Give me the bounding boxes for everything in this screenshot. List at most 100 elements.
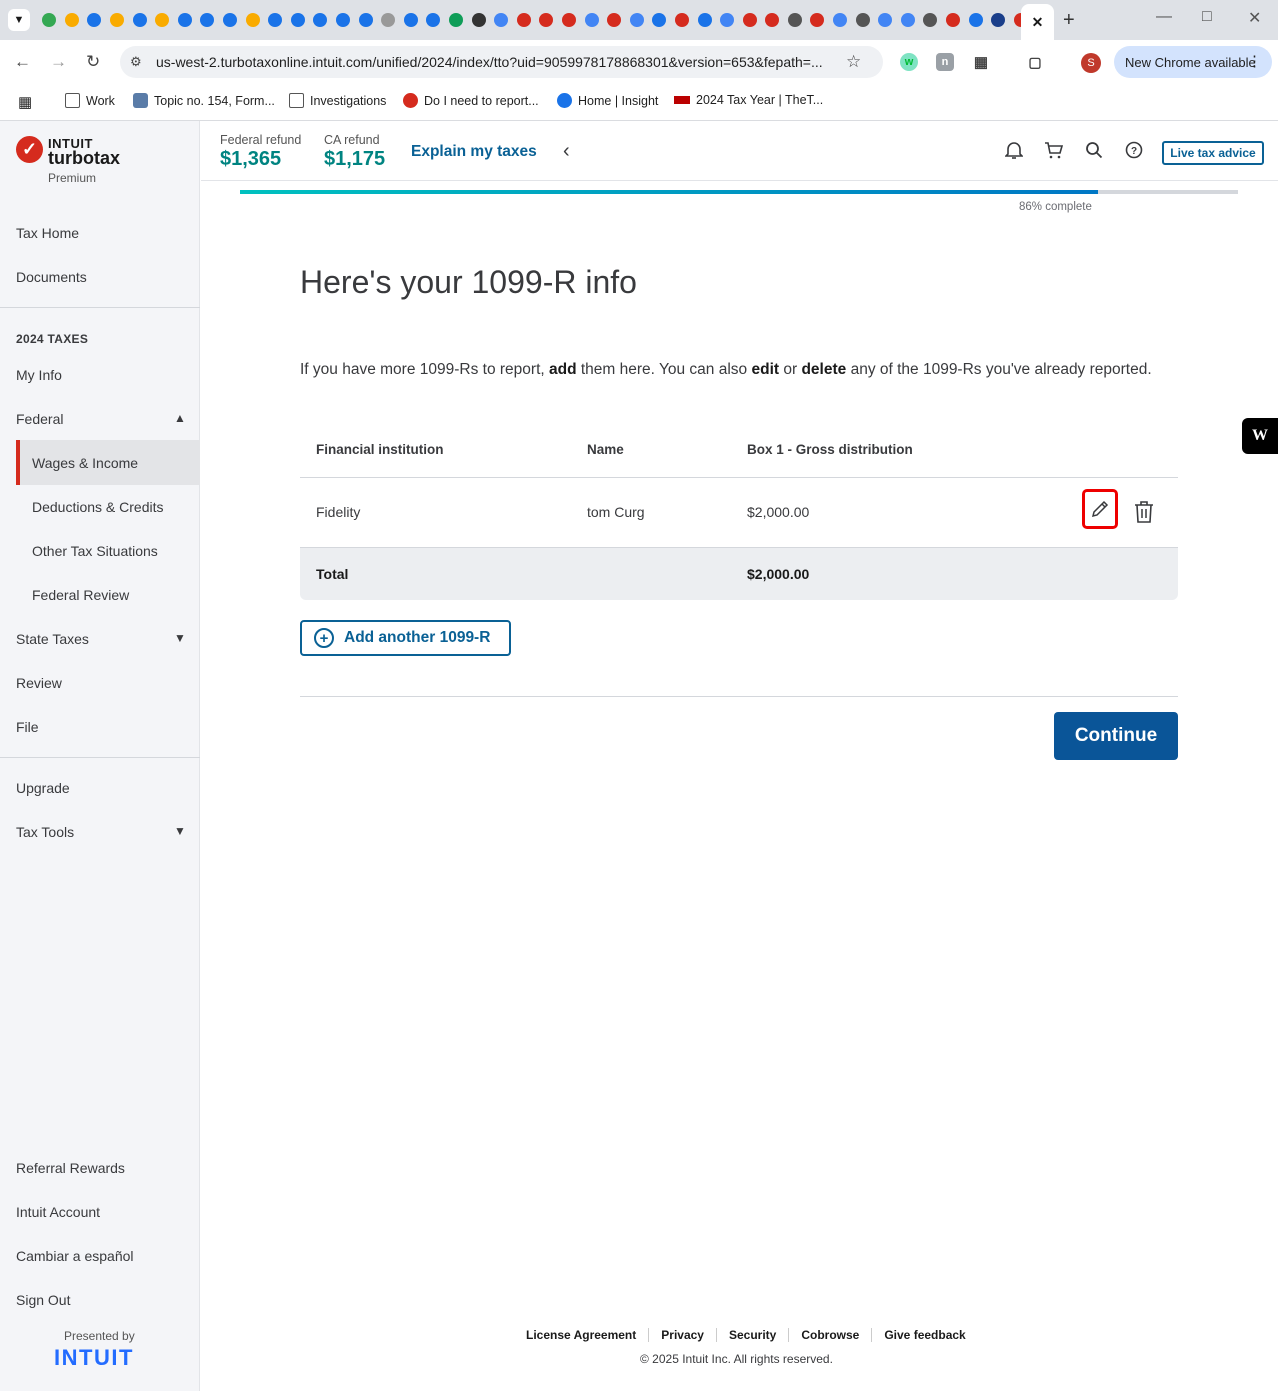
bookmark-do-i-need-to-report[interactable]: Do I need to report... xyxy=(403,93,539,108)
tab-favicon[interactable] xyxy=(897,10,920,30)
search-icon[interactable] xyxy=(1083,139,1105,161)
sidebar-item-deductions-credits[interactable]: Deductions & Credits xyxy=(32,499,164,515)
collapse-chevron-icon[interactable]: ‹ xyxy=(563,140,570,163)
footer-link-security[interactable]: Security xyxy=(717,1328,790,1342)
tab-favicon[interactable] xyxy=(558,10,581,30)
bookmark-investigations[interactable]: Investigations xyxy=(289,93,386,108)
maximize-icon[interactable]: □ xyxy=(1202,8,1212,26)
tab-favicon[interactable] xyxy=(287,10,310,30)
tab-favicon[interactable] xyxy=(874,10,897,30)
tab-favicon[interactable] xyxy=(671,10,694,30)
sidebar-item-wages-income[interactable]: Wages & Income xyxy=(32,455,138,471)
ca-refund-amount[interactable]: $1,175 xyxy=(324,148,385,171)
tab-favicon[interactable] xyxy=(784,10,807,30)
bell-icon[interactable] xyxy=(1003,139,1025,161)
bookmark-home-insight[interactable]: Home | Insight xyxy=(557,93,658,108)
tab-favicon[interactable] xyxy=(83,10,106,30)
tab-favicon[interactable] xyxy=(354,10,377,30)
tab-favicon[interactable] xyxy=(964,10,987,30)
chevron-up-icon[interactable]: ▲ xyxy=(174,411,186,425)
extensions-puzzle-icon[interactable]: ▦ xyxy=(972,53,990,71)
tab-favicon[interactable] xyxy=(603,10,626,30)
tab-favicon[interactable] xyxy=(196,10,219,30)
tab-search-button[interactable]: ▼ xyxy=(8,9,30,31)
active-tab-close-icon[interactable]: ✕ xyxy=(1021,4,1054,40)
tab-favicon[interactable] xyxy=(264,10,287,30)
sidebar-item-tax-home[interactable]: Tax Home xyxy=(16,225,79,241)
bookmark-2024-tax-year[interactable]: 2024 Tax Year | TheT... xyxy=(674,93,823,107)
sidebar-item-referral-rewards[interactable]: Referral Rewards xyxy=(16,1160,125,1176)
tab-favicon[interactable] xyxy=(829,10,852,30)
federal-refund-amount[interactable]: $1,365 xyxy=(220,148,281,171)
tab-favicon[interactable] xyxy=(38,10,61,30)
tab-favicon[interactable] xyxy=(174,10,197,30)
minimize-icon[interactable]: — xyxy=(1156,8,1172,26)
url-text[interactable]: us-west-2.turbotaxonline.intuit.com/unif… xyxy=(156,54,846,70)
w-widget-icon[interactable]: W xyxy=(1242,418,1278,454)
chevron-down-icon[interactable]: ▼ xyxy=(174,631,186,645)
tab-favicon[interactable] xyxy=(377,10,400,30)
tab-favicon[interactable] xyxy=(219,10,242,30)
tab-favicon[interactable] xyxy=(987,10,1010,30)
profile-avatar[interactable]: S xyxy=(1081,53,1101,73)
tab-favicon[interactable] xyxy=(512,10,535,30)
tab-favicon[interactable] xyxy=(332,10,355,30)
bookmark-work[interactable]: Work xyxy=(65,93,115,108)
footer-link-privacy[interactable]: Privacy xyxy=(649,1328,717,1342)
reload-icon[interactable]: ↻ xyxy=(86,52,100,72)
more-menu-icon[interactable]: ⋮ xyxy=(1247,52,1262,70)
tab-favicon[interactable] xyxy=(422,10,445,30)
tab-favicon[interactable] xyxy=(445,10,468,30)
edit-pencil-icon[interactable] xyxy=(1082,489,1118,529)
sidebar-item-documents[interactable]: Documents xyxy=(16,269,87,285)
explain-my-taxes-link[interactable]: Explain my taxes xyxy=(411,143,537,161)
tab-favicon[interactable] xyxy=(942,10,965,30)
chevron-down-icon[interactable]: ▼ xyxy=(174,824,186,838)
tab-favicon[interactable] xyxy=(919,10,942,30)
trash-extension-icon[interactable]: ▢ xyxy=(1026,53,1044,71)
continue-button[interactable]: Continue xyxy=(1054,712,1178,760)
apps-grid-icon[interactable]: ▦ xyxy=(18,93,32,111)
tab-favicon[interactable] xyxy=(61,10,84,30)
tab-favicon[interactable] xyxy=(490,10,513,30)
sidebar-item-federal-review[interactable]: Federal Review xyxy=(32,587,129,603)
help-icon[interactable]: ? xyxy=(1123,139,1145,161)
tab-favicon[interactable] xyxy=(128,10,151,30)
footer-link-license[interactable]: License Agreement xyxy=(526,1328,650,1342)
tab-favicon[interactable] xyxy=(625,10,648,30)
sidebar-item-file[interactable]: File xyxy=(16,719,39,735)
bookmark-star-icon[interactable]: ☆ xyxy=(846,52,861,72)
tab-favicon[interactable] xyxy=(806,10,829,30)
tab-favicon[interactable] xyxy=(693,10,716,30)
tab-favicon[interactable] xyxy=(648,10,671,30)
extension-w-icon[interactable]: w xyxy=(900,53,918,71)
new-chrome-available-button[interactable]: New Chrome available ⋮ xyxy=(1114,46,1272,78)
footer-link-feedback[interactable]: Give feedback xyxy=(872,1328,977,1342)
cart-icon[interactable] xyxy=(1043,139,1065,161)
sidebar-item-tax-tools[interactable]: Tax Tools xyxy=(16,824,74,840)
forward-arrow-icon[interactable]: → xyxy=(50,52,67,72)
sidebar-item-upgrade[interactable]: Upgrade xyxy=(16,780,70,796)
bookmark-topic-154[interactable]: Topic no. 154, Form... xyxy=(133,93,275,108)
sidebar-item-federal[interactable]: Federal xyxy=(16,411,63,427)
sidebar-item-sign-out[interactable]: Sign Out xyxy=(16,1292,70,1308)
site-settings-icon[interactable]: ⚙ xyxy=(130,54,150,70)
tab-favicon[interactable] xyxy=(761,10,784,30)
new-tab-button[interactable]: + xyxy=(1063,9,1075,32)
back-arrow-icon[interactable]: ← xyxy=(14,52,31,72)
tab-favicon[interactable] xyxy=(716,10,739,30)
sidebar-item-state-taxes[interactable]: State Taxes xyxy=(16,631,89,647)
tab-favicon[interactable] xyxy=(241,10,264,30)
delete-trash-icon[interactable] xyxy=(1130,494,1158,530)
tab-favicon[interactable] xyxy=(580,10,603,30)
sidebar-item-other-tax-situations[interactable]: Other Tax Situations xyxy=(32,543,158,559)
tab-favicon[interactable] xyxy=(400,10,423,30)
tab-favicon[interactable] xyxy=(467,10,490,30)
sidebar-item-intuit-account[interactable]: Intuit Account xyxy=(16,1204,100,1220)
tab-favicon[interactable] xyxy=(151,10,174,30)
tab-favicon[interactable] xyxy=(535,10,558,30)
extension-n-icon[interactable]: n xyxy=(936,53,954,71)
tab-favicon[interactable] xyxy=(738,10,761,30)
sidebar-item-spanish[interactable]: Cambiar a español xyxy=(16,1248,134,1264)
tab-favicon[interactable] xyxy=(309,10,332,30)
